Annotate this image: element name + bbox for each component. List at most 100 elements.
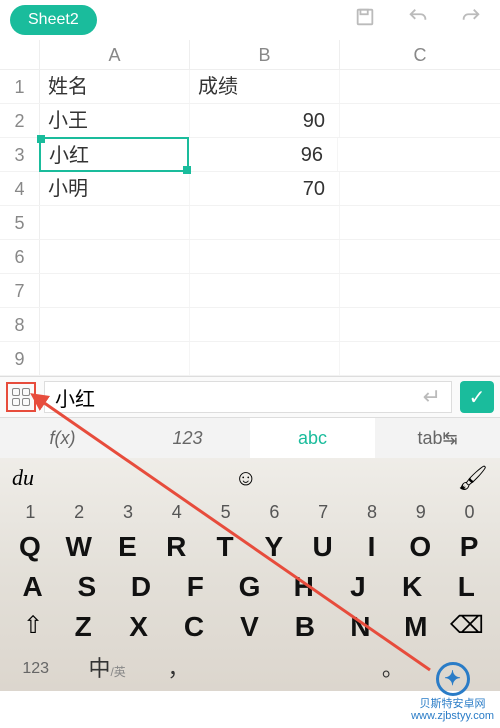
- key-t[interactable]: T: [206, 531, 246, 563]
- cell[interactable]: [40, 274, 190, 307]
- key-p[interactable]: P: [450, 531, 490, 563]
- cell[interactable]: [190, 308, 340, 341]
- key-r[interactable]: R: [157, 531, 197, 563]
- key-o[interactable]: O: [401, 531, 441, 563]
- col-header-c[interactable]: C: [340, 40, 500, 69]
- key-i[interactable]: I: [352, 531, 392, 563]
- formula-input[interactable]: 小红 ↵: [44, 381, 452, 413]
- cell[interactable]: [40, 342, 190, 375]
- key-9[interactable]: 9: [401, 502, 441, 523]
- cell[interactable]: [340, 70, 500, 103]
- cell[interactable]: 小明: [40, 172, 190, 205]
- emoji-icon[interactable]: ☺: [235, 465, 257, 491]
- mode-tab[interactable]: tab↹: [375, 418, 500, 458]
- cell[interactable]: [340, 240, 500, 273]
- row-header[interactable]: 2: [0, 104, 40, 137]
- key-n[interactable]: N: [338, 611, 384, 643]
- table-row: 5: [0, 206, 500, 240]
- row-header[interactable]: 5: [0, 206, 40, 239]
- col-header-b[interactable]: B: [190, 40, 340, 69]
- shift-key[interactable]: ⇧: [10, 611, 56, 643]
- cell[interactable]: [190, 274, 340, 307]
- row-header[interactable]: 1: [0, 70, 40, 103]
- confirm-button[interactable]: ✓: [460, 381, 494, 413]
- key-7[interactable]: 7: [303, 502, 343, 523]
- key-e[interactable]: E: [108, 531, 148, 563]
- key-2[interactable]: 2: [59, 502, 99, 523]
- key-6[interactable]: 6: [254, 502, 294, 523]
- row-header[interactable]: 3: [0, 138, 40, 171]
- key-b[interactable]: B: [282, 611, 328, 643]
- mode-abc[interactable]: abc: [250, 418, 375, 458]
- key-f[interactable]: F: [174, 571, 218, 603]
- row-header[interactable]: 6: [0, 240, 40, 273]
- mode-fx[interactable]: f(x): [0, 418, 125, 458]
- key-s[interactable]: S: [65, 571, 109, 603]
- cell[interactable]: 小王: [40, 104, 190, 137]
- key-z[interactable]: Z: [61, 611, 107, 643]
- key-3[interactable]: 3: [108, 502, 148, 523]
- key-k[interactable]: K: [391, 571, 435, 603]
- key-m[interactable]: M: [393, 611, 439, 643]
- cell[interactable]: [340, 274, 500, 307]
- cell[interactable]: 小红: [39, 137, 189, 172]
- table-row: 8: [0, 308, 500, 342]
- key-123[interactable]: 123: [0, 647, 71, 691]
- key-x[interactable]: X: [116, 611, 162, 643]
- undo-icon[interactable]: [399, 2, 437, 38]
- sheet-tab[interactable]: Sheet2: [10, 5, 97, 35]
- row-header[interactable]: 9: [0, 342, 40, 375]
- key-v[interactable]: V: [227, 611, 273, 643]
- key-8[interactable]: 8: [352, 502, 392, 523]
- newline-icon[interactable]: ↵: [423, 384, 441, 410]
- key-u[interactable]: U: [303, 531, 343, 563]
- key-w[interactable]: W: [59, 531, 99, 563]
- cell[interactable]: 成绩: [190, 70, 340, 103]
- key-c[interactable]: C: [172, 611, 218, 643]
- spreadsheet-grid[interactable]: A B C 1姓名成绩2小王903小红964小明7056789: [0, 40, 500, 376]
- cell[interactable]: 70: [190, 172, 340, 205]
- cell[interactable]: [340, 308, 500, 341]
- save-icon[interactable]: [346, 2, 384, 38]
- cell[interactable]: 姓名: [40, 70, 190, 103]
- cell[interactable]: [340, 104, 500, 137]
- menu-grid-icon[interactable]: [6, 382, 36, 412]
- row-header[interactable]: 4: [0, 172, 40, 205]
- backspace-key[interactable]: ⌫: [444, 611, 490, 643]
- cell[interactable]: [40, 240, 190, 273]
- redo-icon[interactable]: [452, 2, 490, 38]
- key-lang[interactable]: 中/英: [71, 647, 142, 691]
- mode-num[interactable]: 123: [125, 418, 250, 458]
- cell[interactable]: [40, 206, 190, 239]
- key-4[interactable]: 4: [157, 502, 197, 523]
- key-5[interactable]: 5: [206, 502, 246, 523]
- cell[interactable]: [40, 308, 190, 341]
- key-j[interactable]: J: [336, 571, 380, 603]
- key-g[interactable]: G: [228, 571, 272, 603]
- key-y[interactable]: Y: [254, 531, 294, 563]
- key-1[interactable]: 1: [10, 502, 50, 523]
- key-0[interactable]: 0: [450, 502, 490, 523]
- col-header-a[interactable]: A: [40, 40, 190, 69]
- key-h[interactable]: H: [282, 571, 326, 603]
- cell[interactable]: [190, 206, 340, 239]
- voice-icon[interactable]: 🖌: [458, 464, 488, 493]
- cell[interactable]: [338, 138, 498, 171]
- cell[interactable]: 90: [190, 104, 340, 137]
- cell[interactable]: [340, 172, 500, 205]
- formula-bar: 小红 ↵ ✓: [0, 376, 500, 418]
- row-header[interactable]: 7: [0, 274, 40, 307]
- key-a[interactable]: A: [11, 571, 55, 603]
- key-l[interactable]: L: [445, 571, 489, 603]
- cell[interactable]: [340, 342, 500, 375]
- cell[interactable]: [190, 240, 340, 273]
- key-q[interactable]: Q: [10, 531, 50, 563]
- key-comma[interactable]: ，: [143, 647, 214, 691]
- table-row: 3小红96: [0, 138, 500, 172]
- cell[interactable]: 96: [188, 138, 338, 171]
- row-header[interactable]: 8: [0, 308, 40, 341]
- key-d[interactable]: D: [120, 571, 164, 603]
- cell[interactable]: [190, 342, 340, 375]
- cell[interactable]: [340, 206, 500, 239]
- key-space[interactable]: [214, 647, 357, 691]
